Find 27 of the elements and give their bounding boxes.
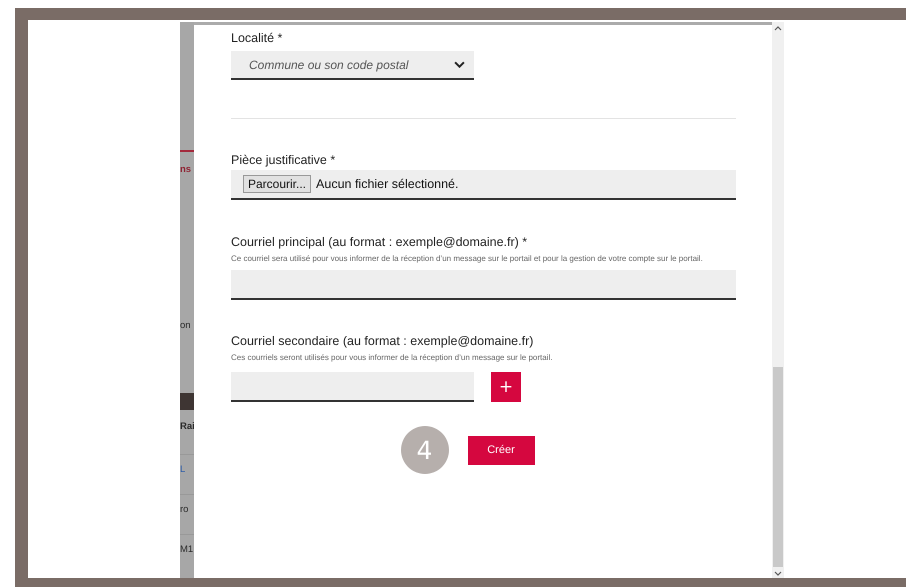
scrollbar[interactable] — [772, 22, 784, 578]
scrollbar-thumb[interactable] — [773, 367, 783, 567]
cell-text: on — [180, 319, 191, 333]
field-label: Pièce justificative * — [231, 153, 336, 168]
input-field[interactable] — [231, 372, 474, 402]
field-label: Localité * — [231, 31, 284, 46]
chevron-down-icon — [454, 61, 465, 68]
input-field[interactable] — [231, 270, 736, 300]
add-button[interactable]: + — [491, 372, 521, 402]
help-text: Ce courriel sera utilisé pour vous informer de la réception d’un message sur le portail et pour la gestion de votre compte sur le portail. — [231, 253, 704, 265]
scroll-up-icon[interactable] — [774, 26, 782, 31]
tab-label[interactable]: ns — [180, 163, 192, 177]
dropdown[interactable]: Commune ou son code postal — [231, 51, 474, 80]
cell-text: M1 — [180, 543, 194, 557]
create-button[interactable]: Créer — [468, 436, 534, 464]
field-label: Courriel secondaire (au format : exemple@domaine.fr) — [231, 334, 534, 349]
table-header-bar — [180, 393, 194, 410]
file-field[interactable]: Parcourir... Aucun fichier sélectionné. — [231, 170, 736, 200]
link[interactable]: L — [180, 463, 186, 477]
help-text: Ces courriels seront utilisés pour vous informer de la réception d’un message sur le portail. — [231, 352, 554, 364]
scroll-down-icon[interactable] — [774, 571, 782, 576]
browse-button[interactable]: Parcourir... — [243, 175, 312, 193]
column-header: Rai — [180, 420, 194, 434]
file-status: Aucun fichier sélectionné. — [316, 177, 458, 191]
step-badge: 4 — [400, 426, 448, 474]
cell-text: ro — [180, 503, 188, 517]
field-label: Courriel principal (au format : exemple@domaine.fr) * — [231, 235, 528, 250]
